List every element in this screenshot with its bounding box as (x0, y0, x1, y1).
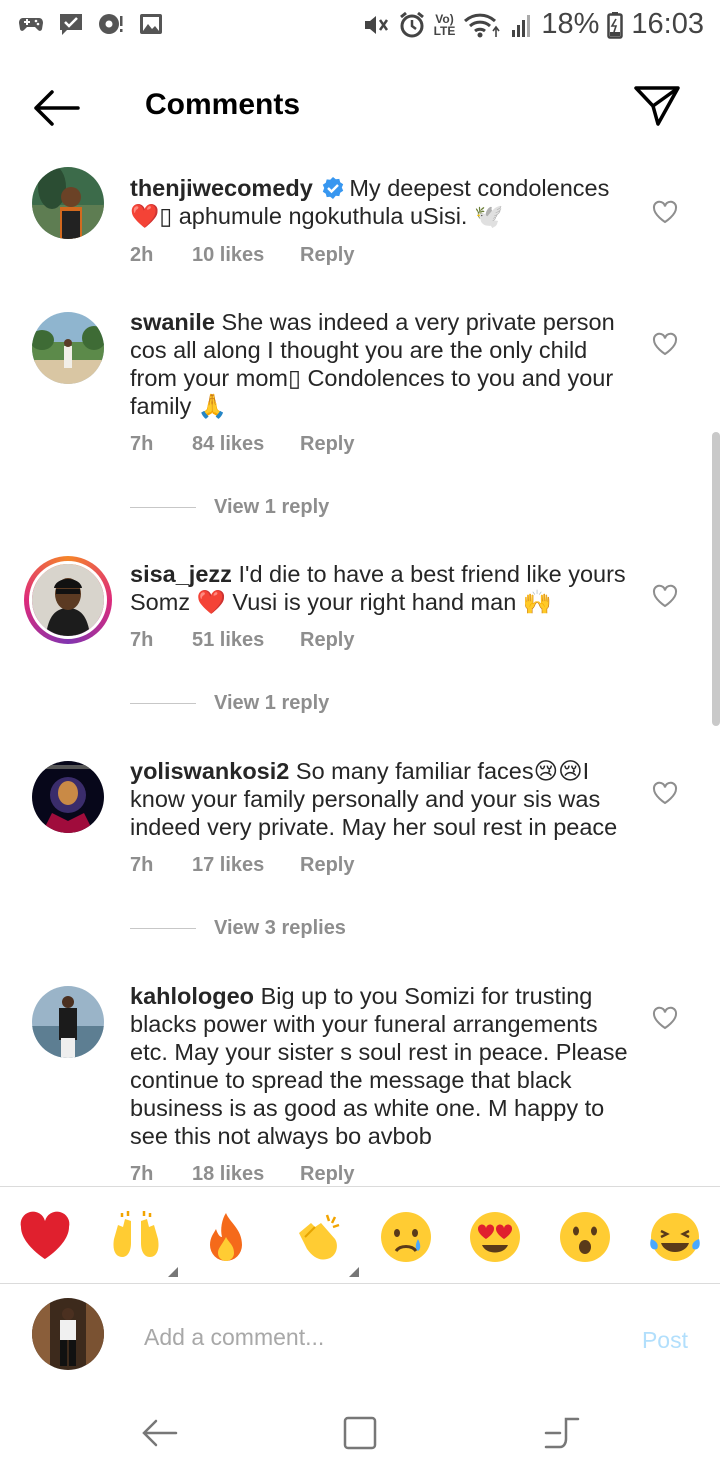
reply-divider (130, 507, 196, 508)
header: Comments (0, 70, 720, 146)
avatar[interactable] (32, 312, 104, 384)
comment-time: 7h (130, 433, 154, 455)
comment-composer: Post (0, 1285, 720, 1395)
system-navigation-bar (0, 1395, 720, 1480)
comments-list[interactable]: thenjiwecomedy My deepest condolences ❤️… (0, 150, 720, 1185)
like-heart-icon[interactable] (652, 781, 678, 805)
comment-likes[interactable]: 17 likes (192, 854, 300, 877)
reply-button[interactable]: Reply (300, 433, 354, 456)
message-check-icon (60, 14, 82, 35)
gamepad-icon (19, 18, 43, 31)
page-title: Comments (145, 88, 301, 121)
nav-back-icon[interactable] (140, 1413, 180, 1453)
image-icon (140, 14, 162, 34)
scrollbar[interactable] (712, 432, 720, 726)
like-heart-icon[interactable] (652, 584, 678, 608)
avatar[interactable] (32, 167, 104, 239)
nav-recents-icon[interactable] (340, 1413, 380, 1453)
comment-username[interactable]: kahlologeo (130, 983, 254, 1009)
avatar[interactable] (32, 986, 104, 1058)
view-replies-button[interactable]: View 1 reply (130, 496, 329, 519)
nav-home-icon[interactable] (542, 1413, 582, 1453)
comment-text: yoliswankosi2 So many familiar faces😢😢I … (130, 758, 618, 840)
reply-divider (130, 928, 196, 929)
comment-meta: 7h 51 likes Reply (130, 629, 354, 652)
comment-meta: 7h 84 likes Reply (130, 433, 354, 456)
comment-username[interactable]: swanile (130, 309, 215, 335)
reply-button[interactable]: Reply (300, 854, 354, 877)
battery-icon (607, 11, 624, 39)
comment-likes[interactable]: 84 likes (192, 433, 300, 456)
variant-indicator (349, 1267, 359, 1277)
avatar[interactable] (32, 761, 104, 833)
comment-meta: 7h 17 likes Reply (130, 854, 354, 877)
view-replies-button[interactable]: View 1 reply (130, 692, 329, 715)
status-bar: Vo) LTE 18% 16:03 (0, 0, 720, 50)
red-heart-emoji-icon[interactable] (17, 1209, 73, 1265)
comment-text: kahlologeo Big up to you Somizi for trus… (130, 983, 628, 1149)
back-arrow-icon[interactable] (28, 86, 84, 130)
tears-of-joy-emoji-icon[interactable] (647, 1209, 703, 1265)
comment-time: 7h (130, 1163, 154, 1185)
comment-likes[interactable]: 10 likes (192, 244, 300, 267)
post-button[interactable]: Post (642, 1327, 688, 1354)
like-heart-icon[interactable] (652, 332, 678, 356)
reply-button[interactable]: Reply (300, 1163, 354, 1185)
comment-text: thenjiwecomedy My deepest condolences ❤️… (130, 175, 610, 229)
emoji-quick-bar (0, 1186, 720, 1284)
current-user-avatar[interactable] (32, 1298, 104, 1370)
system-status: Vo) LTE 18% 16:03 (362, 8, 704, 41)
comment-text: sisa_jezz I'd die to have a best friend … (130, 561, 626, 615)
comment-time: 7h (130, 629, 154, 651)
raising-hands-emoji-button[interactable] (108, 1209, 178, 1277)
signal-icon (512, 14, 531, 37)
battery-percent: 18% (541, 8, 600, 40)
like-heart-icon[interactable] (652, 1006, 678, 1030)
avatar-with-story-ring[interactable] (24, 556, 112, 644)
clock: 16:03 (631, 8, 704, 40)
direct-send-icon[interactable] (632, 82, 682, 128)
comment-text: swanile She was indeed a very private pe… (130, 309, 615, 419)
comment-meta: 2h 10 likes Reply (130, 244, 354, 267)
wifi-icon (464, 13, 501, 37)
mute-icon (364, 15, 388, 34)
heart-eyes-emoji-icon[interactable] (467, 1209, 523, 1265)
reply-button[interactable]: Reply (300, 244, 354, 267)
raising-hands-emoji-icon (113, 1211, 159, 1257)
clapping-hands-emoji-button[interactable] (289, 1209, 359, 1277)
reply-divider (130, 703, 196, 704)
comment-meta: 7h 18 likes Reply (130, 1163, 354, 1185)
like-heart-icon[interactable] (652, 200, 678, 224)
comment-time: 7h (130, 854, 154, 876)
surprised-face-emoji-icon[interactable] (557, 1209, 613, 1265)
comment-likes[interactable]: 18 likes (192, 1163, 300, 1185)
alarm-icon (399, 11, 424, 37)
comment-likes[interactable]: 51 likes (192, 629, 300, 652)
comment-username[interactable]: sisa_jezz (130, 561, 232, 587)
fire-emoji-icon[interactable] (198, 1209, 254, 1265)
volte-indicator: Vo) LTE (433, 11, 456, 38)
reply-button[interactable]: Reply (300, 629, 354, 652)
comment-username[interactable]: thenjiwecomedy (130, 175, 313, 201)
comment-username[interactable]: yoliswankosi2 (130, 758, 289, 784)
notification-icons (18, 12, 164, 36)
clapping-hands-emoji-icon (299, 1214, 340, 1260)
comment-input[interactable] (144, 1319, 584, 1355)
comment-time: 2h (130, 244, 154, 266)
variant-indicator (168, 1267, 178, 1277)
crying-face-emoji-icon[interactable] (378, 1209, 434, 1265)
verified-badge-icon (323, 177, 344, 199)
record-icon (99, 14, 123, 34)
view-replies-button[interactable]: View 3 replies (130, 917, 346, 940)
